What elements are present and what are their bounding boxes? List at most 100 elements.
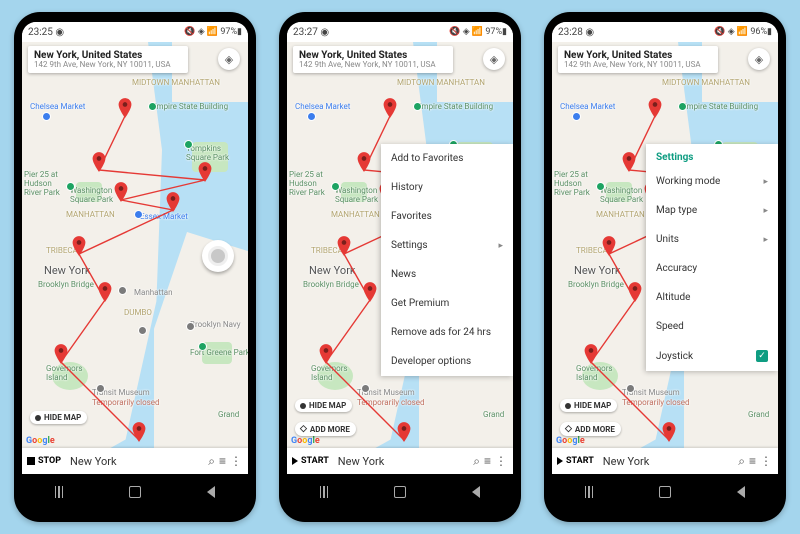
menu-item-accuracy[interactable]: Accuracy bbox=[646, 254, 778, 283]
more-icon[interactable]: ⋮ bbox=[760, 454, 772, 469]
map-pin[interactable] bbox=[584, 344, 598, 358]
map-label-empire: Empire State Building bbox=[417, 102, 493, 111]
map-pin[interactable] bbox=[54, 344, 68, 358]
map-pin[interactable] bbox=[319, 344, 333, 358]
recents-icon[interactable] bbox=[55, 486, 64, 498]
map-pin[interactable] bbox=[363, 282, 377, 296]
menu-item-add-to-favorites[interactable]: Add to Favorites bbox=[381, 144, 513, 173]
hide-map-chip[interactable]: HIDE MAP bbox=[295, 399, 352, 412]
layers-icon[interactable]: ≡ bbox=[219, 454, 226, 469]
map-pin[interactable] bbox=[648, 98, 662, 112]
start-button[interactable]: START bbox=[287, 448, 334, 474]
map-pin[interactable] bbox=[628, 282, 642, 296]
map-pin[interactable] bbox=[357, 152, 371, 166]
menu-item-label: News bbox=[391, 269, 416, 280]
map-pin[interactable] bbox=[118, 98, 132, 112]
map-pin[interactable] bbox=[397, 422, 411, 436]
map-pin[interactable] bbox=[337, 236, 351, 250]
map-pin[interactable] bbox=[114, 182, 128, 196]
menu-item-label: Joystick bbox=[656, 351, 693, 362]
more-icon[interactable]: ⋮ bbox=[495, 454, 507, 469]
layers-icon[interactable]: ≡ bbox=[484, 454, 491, 469]
screen: 23:25 ◉ 🔇 ◈ 📶 97%▮ Chelsea MarketEmpire … bbox=[22, 22, 248, 474]
add-more-chip[interactable]: ◇ADD MORE bbox=[295, 422, 356, 436]
map-pin[interactable] bbox=[622, 152, 636, 166]
compass-button[interactable]: ◈ bbox=[218, 48, 240, 70]
chevron-right-icon: ▸ bbox=[763, 177, 768, 187]
back-icon[interactable] bbox=[472, 486, 480, 498]
menu-item-altitude[interactable]: Altitude bbox=[646, 283, 778, 312]
map-label-empire: Empire State Building bbox=[682, 102, 758, 111]
checkbox-checked-icon[interactable]: ✓ bbox=[756, 350, 768, 362]
poi-dot bbox=[134, 210, 143, 219]
map-pin[interactable] bbox=[662, 422, 676, 436]
recents-icon[interactable] bbox=[320, 486, 329, 498]
more-icon[interactable]: ⋮ bbox=[230, 454, 242, 469]
menu-item-label: Working mode bbox=[656, 176, 720, 187]
compass-button[interactable]: ◈ bbox=[483, 48, 505, 70]
menu-item-units[interactable]: Units ▸ bbox=[646, 225, 778, 254]
map-label-midtown: MIDTOWN MANHATTAN bbox=[397, 78, 485, 87]
poi-dot bbox=[361, 384, 370, 393]
home-icon[interactable] bbox=[659, 486, 671, 498]
back-icon[interactable] bbox=[207, 486, 215, 498]
location-card[interactable]: New York, United States 142 9th Ave, New… bbox=[28, 46, 188, 73]
search-icon[interactable]: ⌕ bbox=[738, 454, 745, 469]
bottom-bar: START New York ⌕ ≡ ⋮ bbox=[552, 448, 778, 474]
start-button[interactable]: START bbox=[552, 448, 599, 474]
poi-dot bbox=[572, 112, 581, 121]
map-pin[interactable] bbox=[383, 98, 397, 112]
poi-dot bbox=[66, 182, 75, 191]
map-label-manhattan: MANHATTAN bbox=[596, 210, 645, 219]
layers-icon[interactable]: ≡ bbox=[749, 454, 756, 469]
recents-icon[interactable] bbox=[585, 486, 594, 498]
google-logo: Google bbox=[556, 436, 585, 446]
menu-item-speed[interactable]: Speed bbox=[646, 312, 778, 341]
menu-item-settings[interactable]: Settings ▸ bbox=[381, 231, 513, 260]
poi-dot bbox=[626, 384, 635, 393]
map-pin[interactable] bbox=[198, 162, 212, 176]
compass-button[interactable]: ◈ bbox=[748, 48, 770, 70]
stop-button[interactable]: STOP bbox=[22, 448, 66, 474]
status-time: 23:28 ◉ bbox=[558, 27, 594, 38]
map-pin[interactable] bbox=[92, 152, 106, 166]
map-label-essex: Essex Market bbox=[140, 212, 188, 221]
hide-map-chip[interactable]: HIDE MAP bbox=[560, 399, 617, 412]
location-card[interactable]: New York, United States 142 9th Ave, New… bbox=[293, 46, 453, 73]
map-pin[interactable] bbox=[72, 236, 86, 250]
menu-item-remove-ads-for-24-hrs[interactable]: Remove ads for 24 hrs bbox=[381, 318, 513, 347]
menu-item-developer-options[interactable]: Developer options bbox=[381, 347, 513, 376]
menu-item-joystick[interactable]: Joystick ✓ bbox=[646, 341, 778, 371]
android-nav bbox=[287, 474, 513, 510]
map-label-gov: GovernorsIsland bbox=[576, 364, 613, 382]
map-pin[interactable] bbox=[98, 282, 112, 296]
phone-2: 23:27 ◉ 🔇 ◈ 📶 97%▮ Chelsea MarketEmpire … bbox=[279, 12, 521, 522]
search-icon[interactable]: ⌕ bbox=[473, 454, 480, 469]
menu-item-news[interactable]: News bbox=[381, 260, 513, 289]
map-pin[interactable] bbox=[166, 192, 180, 206]
map-pin[interactable] bbox=[602, 236, 616, 250]
home-icon[interactable] bbox=[394, 486, 406, 498]
location-address: 142 9th Ave, New York, NY 10011, USA bbox=[564, 61, 712, 69]
menu-item-get-premium[interactable]: Get Premium bbox=[381, 289, 513, 318]
location-address: 142 9th Ave, New York, NY 10011, USA bbox=[34, 61, 182, 69]
screen: 23:28 ◉ 🔇 ◈ 📶 96%▮ Chelsea MarketEmpire … bbox=[552, 22, 778, 474]
home-icon[interactable] bbox=[129, 486, 141, 498]
menu-item-working-mode[interactable]: Working mode ▸ bbox=[646, 167, 778, 196]
location-card[interactable]: New York, United States 142 9th Ave, New… bbox=[558, 46, 718, 73]
bottom-bar: START New York ⌕ ≡ ⋮ bbox=[287, 448, 513, 474]
context-menu: Add to Favorites History Favorites bbox=[381, 144, 513, 376]
menu-item-history[interactable]: History bbox=[381, 173, 513, 202]
hide-map-chip[interactable]: HIDE MAP bbox=[30, 411, 87, 424]
menu-item-favorites[interactable]: Favorites bbox=[381, 202, 513, 231]
menu-item-map-type[interactable]: Map type ▸ bbox=[646, 196, 778, 225]
map-pin[interactable] bbox=[132, 422, 146, 436]
context-menu: Settings Working mode ▸ Map type ▸ Units… bbox=[646, 144, 778, 371]
map-label-wash: WashingtonSquare Park bbox=[70, 186, 113, 204]
chevron-right-icon: ▸ bbox=[498, 241, 503, 251]
android-nav bbox=[22, 474, 248, 510]
my-location-button[interactable] bbox=[202, 240, 234, 272]
search-icon[interactable]: ⌕ bbox=[208, 454, 215, 469]
back-icon[interactable] bbox=[737, 486, 745, 498]
add-more-chip[interactable]: ◇ADD MORE bbox=[560, 422, 621, 436]
